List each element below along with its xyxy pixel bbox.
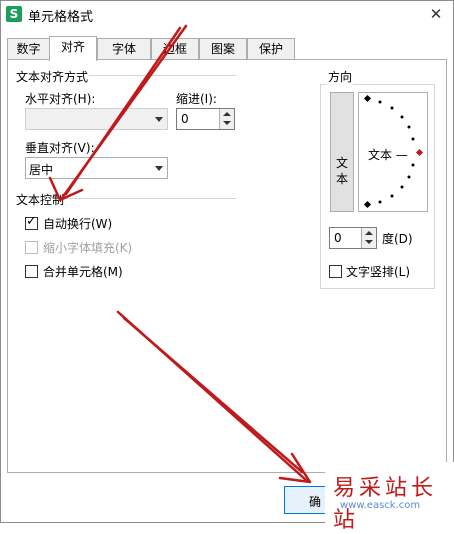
vertical-align-value: 居中 xyxy=(29,163,54,177)
alignment-group-title: 文本对齐方式 xyxy=(15,68,90,85)
wrap-text-label: 自动换行(W) xyxy=(43,217,113,231)
tab-protection[interactable]: 保护 xyxy=(247,38,295,59)
spin-down-icon[interactable] xyxy=(223,121,231,125)
dial-dot xyxy=(378,100,382,104)
spin-up-icon[interactable] xyxy=(223,112,231,116)
dial-dot xyxy=(390,106,394,110)
tab-number[interactable]: 数字 xyxy=(7,38,50,59)
spin-down-icon[interactable] xyxy=(365,240,373,244)
format-cells-dialog: S 单元格格式 ✕ 数字 对齐 字体 边框 图案 保护 文本对齐方式 水平对齐(… xyxy=(0,0,454,523)
dial-text-label: 文本 — xyxy=(368,148,408,162)
tab-alignment[interactable]: 对齐 xyxy=(49,36,97,61)
horizontal-align-label: 水平对齐(H): xyxy=(25,92,96,106)
ok-button-label: 确 xyxy=(309,495,322,509)
dial-dot xyxy=(407,125,411,129)
vertical-text-preview-label: 文本 xyxy=(336,156,349,186)
wrap-text-checkbox[interactable] xyxy=(25,214,38,230)
vertical-align-select[interactable]: 居中 xyxy=(25,157,168,179)
vertical-text-preview-button[interactable]: 文本 xyxy=(330,92,354,212)
degree-stepper-buttons[interactable] xyxy=(361,228,376,248)
close-icon[interactable]: ✕ xyxy=(425,4,447,24)
orientation-dial[interactable]: 文本 — xyxy=(358,92,428,212)
dialog-title: 单元格格式 xyxy=(28,10,94,25)
dial-top-marker xyxy=(363,94,372,103)
dial-dot xyxy=(407,175,411,179)
merge-cells-checkbox[interactable] xyxy=(25,265,38,278)
vertical-text-checkbox-label: 文字竖排(L) xyxy=(346,265,411,279)
vertical-align-label: 垂直对齐(V): xyxy=(25,141,95,155)
shrink-to-fit-checkbox[interactable] xyxy=(25,241,38,254)
dial-dot xyxy=(378,200,382,204)
dial-dot xyxy=(411,163,415,167)
degree-label: 度(D) xyxy=(382,232,413,246)
dial-bottom-marker xyxy=(363,200,372,209)
chevron-down-icon xyxy=(155,166,163,171)
merge-cells-label: 合并单元格(M) xyxy=(43,265,123,279)
indent-label: 缩进(I): xyxy=(176,92,217,106)
dial-dot xyxy=(411,137,415,141)
chevron-down-icon xyxy=(155,117,163,122)
horizontal-align-select[interactable] xyxy=(25,108,168,130)
text-control-group-title: 文本控制 xyxy=(15,191,66,208)
indent-value: 0 xyxy=(181,112,189,126)
shrink-to-fit-label: 缩小字体填充(K) xyxy=(43,241,133,255)
dial-current-marker xyxy=(415,148,424,157)
tab-pattern[interactable]: 图案 xyxy=(199,38,247,59)
vertical-text-checkbox[interactable] xyxy=(329,265,342,278)
degree-value: 0 xyxy=(334,231,342,245)
tab-font[interactable]: 字体 xyxy=(97,38,151,59)
degree-stepper[interactable]: 0 xyxy=(329,227,377,249)
dial-dot xyxy=(400,185,404,189)
spin-up-icon[interactable] xyxy=(365,231,373,235)
tab-border[interactable]: 边框 xyxy=(151,38,199,59)
indent-stepper[interactable]: 0 xyxy=(176,108,235,130)
indent-stepper-buttons[interactable] xyxy=(219,109,234,129)
dial-dot xyxy=(400,115,404,119)
dial-dot xyxy=(390,194,394,198)
watermark-url: www.easck.com xyxy=(340,500,421,511)
app-logo-icon: S xyxy=(6,6,22,22)
title-bar: S 单元格格式 ✕ xyxy=(1,1,453,29)
orientation-group-title: 方向 xyxy=(327,68,354,85)
